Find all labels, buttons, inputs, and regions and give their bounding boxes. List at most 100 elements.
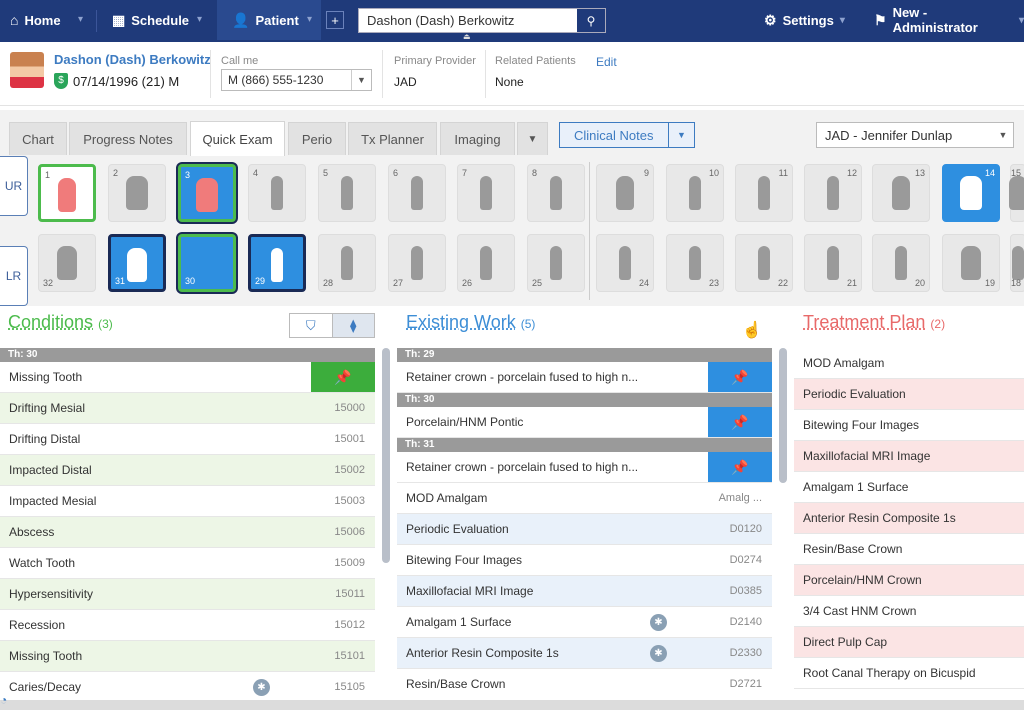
existing-settings-icon[interactable]: ✱ [650, 614, 667, 631]
tooth-8[interactable]: 8 [527, 164, 585, 222]
tooth-22[interactable]: 22 [735, 234, 793, 292]
nav-location[interactable]: ⚑ New - Administrator ▾ [874, 0, 1024, 40]
tab-tx-planner[interactable]: Tx Planner [348, 122, 437, 155]
conditions-scrollbar[interactable] [382, 348, 390, 563]
existing-work-row[interactable]: Retainer crown - porcelain fused to high… [397, 362, 772, 393]
tab-perio[interactable]: Perio [288, 122, 346, 155]
tab-chart[interactable]: Chart [9, 122, 67, 155]
condition-row[interactable]: Impacted Distal 15002 [0, 455, 375, 486]
tooth-11[interactable]: 11 [735, 164, 793, 222]
tab-imaging[interactable]: Imaging [440, 122, 515, 155]
tabs-more-dropdown[interactable]: ▼ [517, 122, 548, 155]
tooth-27[interactable]: 27 [388, 234, 446, 292]
tooth-15[interactable]: 15 [1009, 164, 1024, 222]
tooth-20[interactable]: 20 [872, 234, 930, 292]
tooth-4[interactable]: 4 [248, 164, 306, 222]
treatment-plan-heading[interactable]: Treatment Plan (2) [803, 312, 945, 333]
tooth-14[interactable]: 14 [942, 164, 1000, 222]
treatment-row[interactable]: Porcelain/HNM Crown [794, 565, 1024, 596]
provider-select[interactable]: JAD - Jennifer Dunlap ▼ [816, 122, 1014, 148]
condition-row[interactable]: Hypersensitivity 15011 [0, 579, 375, 610]
condition-row[interactable]: Drifting Mesial 15000 [0, 393, 375, 424]
tooth-32[interactable]: 32 [38, 234, 96, 292]
nav-patient[interactable]: 👤 Patient [232, 0, 299, 40]
nav-home[interactable]: ⌂ Home [10, 0, 61, 40]
condition-row[interactable]: Missing Tooth 📌 [0, 362, 375, 393]
tooth-23[interactable]: 23 [666, 234, 724, 292]
tab-progress-notes[interactable]: Progress Notes [69, 122, 187, 155]
existing-work-row[interactable]: Anterior Resin Composite 1s D2330 ✱ [397, 638, 772, 669]
avatar[interactable] [10, 52, 44, 88]
tooth-21[interactable]: 21 [804, 234, 862, 292]
lower-arch-toggle[interactable]: LR [0, 246, 28, 306]
add-condition-pin-icon[interactable]: 📌 [311, 362, 375, 392]
patient-search-icon[interactable]: ⚲ [577, 9, 605, 32]
condition-settings-icon[interactable]: ✱ [253, 679, 270, 696]
condition-row[interactable]: Abscess 15006 [0, 517, 375, 548]
existing-work-heading[interactable]: Existing Work (5) [406, 312, 535, 333]
existing-work-row[interactable]: Retainer crown - porcelain fused to high… [397, 452, 772, 483]
existing-scrollbar[interactable] [779, 348, 787, 483]
condition-row[interactable]: Missing Tooth 15101 [0, 641, 375, 672]
treatment-row[interactable]: Direct Pulp Cap [794, 627, 1024, 658]
clinical-notes-button[interactable]: Clinical Notes ▼ [559, 122, 695, 148]
patient-dropdown[interactable]: ▾ [301, 0, 321, 40]
tooth-7[interactable]: 7 [457, 164, 515, 222]
insurance-shield-icon[interactable]: $ [54, 73, 68, 89]
treatment-row[interactable]: Anterior Resin Composite 1s [794, 503, 1024, 534]
add-patient-button[interactable]: + [326, 11, 344, 29]
treatment-row[interactable]: Root Canal Therapy on Bicuspid [794, 658, 1024, 689]
condition-row[interactable]: Watch Tooth 15009 [0, 548, 375, 579]
existing-work-row[interactable]: Resin/Base Crown D2721 [397, 669, 772, 698]
treatment-row[interactable]: Bitewing Four Images [794, 410, 1024, 441]
tooth-1[interactable]: 1 [38, 164, 96, 222]
existing-work-pin-icon[interactable]: 📌 [708, 407, 772, 437]
chevron-down-icon[interactable]: ▾ [78, 14, 83, 25]
tooth-view-toggle[interactable]: ⛉ ⧫ [289, 313, 375, 338]
patient-search-input[interactable]: Dashon (Dash) Berkowitz ⚲ [358, 8, 606, 33]
tooth-root-icon[interactable]: ⧫ [331, 314, 374, 337]
tooth-9[interactable]: 9 [596, 164, 654, 222]
tooth-crown-icon[interactable]: ⛉ [290, 314, 332, 337]
tooth-18[interactable]: 18 [1010, 234, 1024, 292]
existing-settings-icon[interactable]: ✱ [650, 645, 667, 662]
tooth-28[interactable]: 28 [318, 234, 376, 292]
conditions-heading[interactable]: Conditions (3) [8, 312, 113, 333]
edit-related-link[interactable]: Edit [596, 55, 617, 69]
existing-work-row[interactable]: Bitewing Four Images D0274 [397, 545, 772, 576]
tooth-26[interactable]: 26 [457, 234, 515, 292]
chevron-down-icon[interactable]: ▾ [197, 14, 202, 25]
tooth-31[interactable]: 31 [108, 234, 166, 292]
chevron-down-icon[interactable]: ▼ [668, 123, 694, 147]
collapse-arrow-icon[interactable]: ⏏ [463, 32, 471, 41]
existing-work-row[interactable]: Maxillofacial MRI Image D0385 [397, 576, 772, 607]
existing-work-pin-icon[interactable]: 📌 [708, 452, 772, 482]
patient-name[interactable]: Dashon (Dash) Berkowitz [54, 52, 211, 67]
help-icon[interactable]: ◔ [0, 693, 7, 707]
tooth-24[interactable]: 24 [596, 234, 654, 292]
condition-row[interactable]: Caries/Decay 15105 ✱ [0, 672, 375, 698]
tooth-25[interactable]: 25 [527, 234, 585, 292]
tab-quick-exam[interactable]: Quick Exam [190, 121, 285, 156]
tooth-12[interactable]: 12 [804, 164, 862, 222]
tooth-2[interactable]: 2 [108, 164, 166, 222]
tooth-13[interactable]: 13 [872, 164, 930, 222]
existing-work-row[interactable]: Amalgam 1 Surface D2140 ✱ [397, 607, 772, 638]
treatment-row[interactable]: Amalgam 1 Surface [794, 472, 1024, 503]
tooth-6[interactable]: 6 [388, 164, 446, 222]
existing-work-pin-icon[interactable]: 📌 [708, 362, 772, 392]
tooth-30[interactable]: 30 [178, 234, 236, 292]
tooth-3[interactable]: 3 [178, 164, 236, 222]
condition-row[interactable]: Recession 15012 [0, 610, 375, 641]
treatment-row[interactable]: Resin/Base Crown [794, 534, 1024, 565]
existing-work-row[interactable]: Periodic Evaluation D0120 [397, 514, 772, 545]
treatment-row[interactable]: Periodic Evaluation [794, 379, 1024, 410]
upper-arch-toggle[interactable]: UR [0, 156, 28, 216]
existing-work-row[interactable]: Porcelain/HNM Pontic 📌 [397, 407, 772, 438]
treatment-row[interactable]: MOD Amalgam [794, 348, 1024, 379]
tooth-10[interactable]: 10 [666, 164, 724, 222]
condition-row[interactable]: Drifting Distal 15001 [0, 424, 375, 455]
tooth-29[interactable]: 29 [248, 234, 306, 292]
nav-settings[interactable]: ⚙ Settings ▾ [764, 0, 845, 40]
treatment-row[interactable]: Maxillofacial MRI Image [794, 441, 1024, 472]
